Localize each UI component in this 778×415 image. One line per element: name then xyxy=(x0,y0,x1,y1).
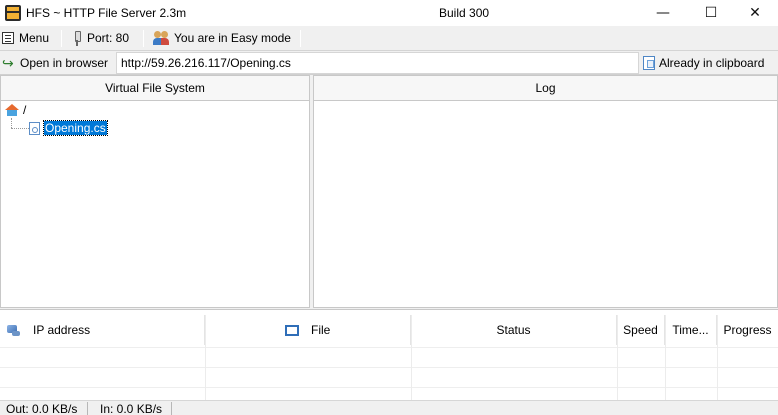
status-column[interactable]: Status xyxy=(411,315,617,345)
clipboard-icon xyxy=(643,56,655,70)
status-separator xyxy=(171,402,172,415)
column-divider xyxy=(205,315,206,401)
maximize-button[interactable]: ☐ xyxy=(688,0,734,26)
vfs-root-label: / xyxy=(23,103,27,117)
column-divider xyxy=(717,315,718,401)
file-column-icon xyxy=(285,324,299,336)
file-column[interactable]: File xyxy=(205,315,411,345)
main-toolbar: Menu Port: 80 You are in Easy mode xyxy=(0,26,778,51)
hfs-app-icon xyxy=(5,5,21,21)
vfs-root-item[interactable]: / xyxy=(5,103,26,117)
ip-address-column[interactable]: IP address xyxy=(0,315,205,345)
vfs-file-label: Opening.cs xyxy=(43,120,108,136)
close-button[interactable]: ✕ xyxy=(732,0,778,26)
arrow-icon: ↪ xyxy=(2,55,14,71)
open-in-browser-label: Open in browser xyxy=(20,56,109,70)
plug-icon xyxy=(72,30,82,46)
in-speed: In: 0.0 KB/s xyxy=(100,402,163,415)
maximize-icon: ☐ xyxy=(704,5,718,21)
time-column[interactable]: Time... xyxy=(665,315,717,345)
column-divider xyxy=(411,315,412,401)
ip-address-label: IP address xyxy=(33,323,91,337)
vfs-header: Virtual File System xyxy=(1,76,309,101)
log-pane[interactable]: Log xyxy=(313,75,778,308)
users-icon xyxy=(153,31,169,45)
virtual-file-system-pane: Virtual File System / Opening.cs xyxy=(0,75,310,308)
speed-column-label: Speed xyxy=(623,323,658,337)
column-divider xyxy=(617,315,618,401)
tree-connector xyxy=(11,128,29,129)
connections-table[interactable]: IP address File Status Speed Time... Pro… xyxy=(0,309,778,401)
column-divider xyxy=(665,315,666,401)
tree-connector xyxy=(11,118,12,128)
status-bar: Out: 0.0 KB/s In: 0.0 KB/s xyxy=(0,400,778,415)
open-in-browser-button[interactable]: ↪ Open in browser xyxy=(2,53,108,73)
port-button[interactable]: Port: 80 xyxy=(72,26,129,50)
status-column-label: Status xyxy=(496,323,531,337)
file-icon xyxy=(29,121,40,135)
time-column-label: Time... xyxy=(672,323,709,337)
url-field[interactable]: http://59.26.216.117/Opening.cs xyxy=(116,52,639,74)
table-row xyxy=(0,347,778,367)
build-label: Build 300 xyxy=(439,6,490,20)
minimize-icon: — xyxy=(656,5,670,21)
window-titlebar: HFS ~ HTTP File Server 2.3m Build 300 — … xyxy=(0,0,778,26)
network-icon xyxy=(5,323,21,337)
minimize-button[interactable]: — xyxy=(640,0,686,26)
home-icon xyxy=(5,104,19,116)
menu-icon xyxy=(2,32,14,44)
progress-column[interactable]: Progress xyxy=(717,315,778,345)
close-icon: ✕ xyxy=(749,5,761,21)
status-separator xyxy=(87,402,88,415)
table-row xyxy=(0,367,778,387)
clipboard-button[interactable]: Already in clipboard xyxy=(643,53,764,73)
speed-column[interactable]: Speed xyxy=(617,315,665,345)
out-speed: Out: 0.0 KB/s xyxy=(6,402,78,415)
progress-column-label: Progress xyxy=(723,323,772,337)
connections-header: IP address File Status Speed Time... Pro… xyxy=(0,315,778,345)
port-label: Port: 80 xyxy=(87,31,130,45)
mode-button[interactable]: You are in Easy mode xyxy=(153,26,291,50)
file-column-label: File xyxy=(311,323,331,337)
vfs-file-item[interactable]: Opening.cs xyxy=(29,120,108,136)
log-header: Log xyxy=(314,76,777,101)
url-bar: ↪ Open in browser http://59.26.216.117/O… xyxy=(0,51,778,75)
mode-label: You are in Easy mode xyxy=(174,31,291,45)
menu-button[interactable]: Menu xyxy=(2,26,49,50)
toolbar-separator xyxy=(61,30,62,47)
toolbar-separator xyxy=(300,30,301,47)
toolbar-separator xyxy=(143,30,144,47)
clipboard-label: Already in clipboard xyxy=(659,56,765,70)
window-title: HFS ~ HTTP File Server 2.3m xyxy=(26,6,187,20)
menu-label: Menu xyxy=(19,31,50,45)
